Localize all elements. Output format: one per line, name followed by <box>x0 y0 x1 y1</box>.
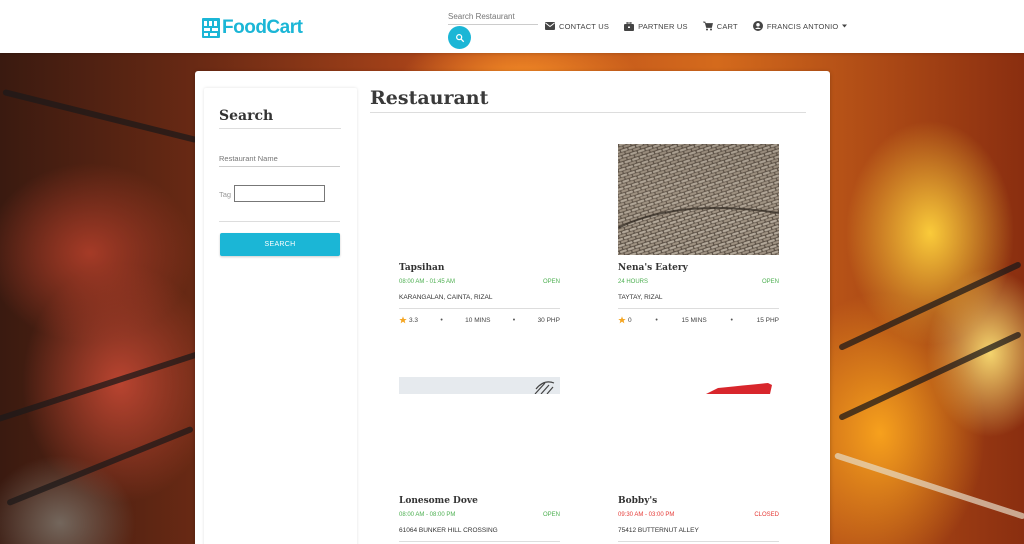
restaurant-card[interactable]: Tapsihan 08:00 AM - 01:45 AM OPEN KARANG… <box>399 144 560 334</box>
restaurant-address: TAYTAY, RIZAL <box>618 294 779 309</box>
nav-contact-us[interactable]: CONTACT US <box>545 22 609 31</box>
search-input[interactable] <box>448 8 538 25</box>
status-badge: OPEN <box>542 279 560 285</box>
restaurant-address: KARANGALAN, CAINTA, RIZAL <box>399 294 560 309</box>
restaurant-name[interactable]: Tapsihan <box>399 263 444 273</box>
star-icon <box>618 316 626 324</box>
page-title: Restaurant <box>370 87 806 113</box>
status-badge: CLOSED <box>754 512 779 518</box>
restaurant-address: 61064 BUNKER HILL CROSSING <box>399 527 560 542</box>
briefcase-icon <box>624 21 635 31</box>
restaurant-hours: 24 HOURS <box>618 279 649 285</box>
logo-text: FoodCart <box>222 17 303 38</box>
logo[interactable]: FoodCart <box>202 17 303 39</box>
mail-icon <box>545 22 555 30</box>
search-panel: Search Tag SEARCH <box>204 88 357 544</box>
restaurant-image <box>618 377 779 394</box>
restaurant-image <box>399 377 560 394</box>
top-navbar: FoodCart CONTACT US PARTNER US <box>0 0 1024 53</box>
delivery-time: 15 MINS <box>681 316 707 324</box>
restaurant-name[interactable]: Bobby's <box>618 496 657 506</box>
separator-dot: • <box>512 316 516 324</box>
header-search <box>448 6 538 49</box>
delivery-price: 15 PHP <box>756 316 779 324</box>
restaurant-image <box>399 144 560 255</box>
nav-menu: CONTACT US PARTNER US CART FRANCIS ANTON… <box>545 21 862 31</box>
divider <box>219 221 340 222</box>
search-submit-button[interactable]: SEARCH <box>220 233 340 256</box>
tag-input[interactable] <box>234 185 325 202</box>
nav-partner-label: PARTNER US <box>638 21 688 31</box>
restaurant-hours: 08:00 AM - 08:00 PM <box>399 512 456 518</box>
restaurant-card[interactable]: Nena's Eatery 24 HOURS OPEN TAYTAY, RIZA… <box>618 144 779 334</box>
rating-value: 3.3 <box>409 316 419 324</box>
separator-dot: • <box>655 316 658 324</box>
star-icon <box>399 316 407 324</box>
rating-value: 0 <box>628 316 632 324</box>
caret-down-icon <box>842 24 848 28</box>
account-circle-icon <box>752 21 763 31</box>
restaurant-hours: 08:00 AM - 01:45 AM <box>399 279 456 285</box>
restaurant-hours: 09:30 AM - 03:00 PM <box>618 512 675 518</box>
nav-partner-us[interactable]: PARTNER US <box>624 21 688 31</box>
restaurant-card[interactable]: Lonesome Dove 08:00 AM - 08:00 PM OPEN 6… <box>399 377 560 544</box>
search-button[interactable] <box>448 26 471 49</box>
separator-dot: • <box>730 316 733 324</box>
delivery-time: 10 MINS <box>465 316 491 324</box>
restaurant-name[interactable]: Lonesome Dove <box>399 496 478 506</box>
nav-user-label: FRANCIS ANTONIO <box>766 21 839 31</box>
nav-user-menu[interactable]: FRANCIS ANTONIO <box>752 21 848 31</box>
restaurant-stats: 0 • 15 MINS • 15 PHP <box>618 316 779 324</box>
restaurant-image <box>618 144 779 255</box>
restaurant-name[interactable]: Nena's Eatery <box>618 263 688 273</box>
status-badge: OPEN <box>542 512 560 518</box>
restaurant-name-input[interactable] <box>219 151 340 167</box>
nav-cart[interactable]: CART <box>702 21 738 31</box>
restaurant-address: 75412 BUTTERNUT ALLEY <box>618 527 779 542</box>
rating: 0 <box>618 316 632 324</box>
nav-cart-label: CART <box>716 21 738 31</box>
main-card: Search Tag SEARCH Restaurant Tapsihan 08… <box>195 71 830 544</box>
logo-icon <box>202 18 220 38</box>
restaurant-stats: 3.3 • 10 MINS • 30 PHP <box>399 316 560 324</box>
search-panel-title: Search <box>219 108 341 129</box>
status-badge: OPEN <box>761 279 779 285</box>
cart-icon <box>702 21 713 31</box>
rating: 3.3 <box>399 316 418 324</box>
separator-dot: • <box>440 316 443 324</box>
restaurant-card[interactable]: Bobby's 09:30 AM - 03:00 PM CLOSED 75412… <box>618 377 779 544</box>
delivery-price: 30 PHP <box>537 316 560 324</box>
tag-label: Tag <box>219 190 232 199</box>
search-icon <box>455 33 464 42</box>
nav-contact-label: CONTACT US <box>559 21 610 31</box>
